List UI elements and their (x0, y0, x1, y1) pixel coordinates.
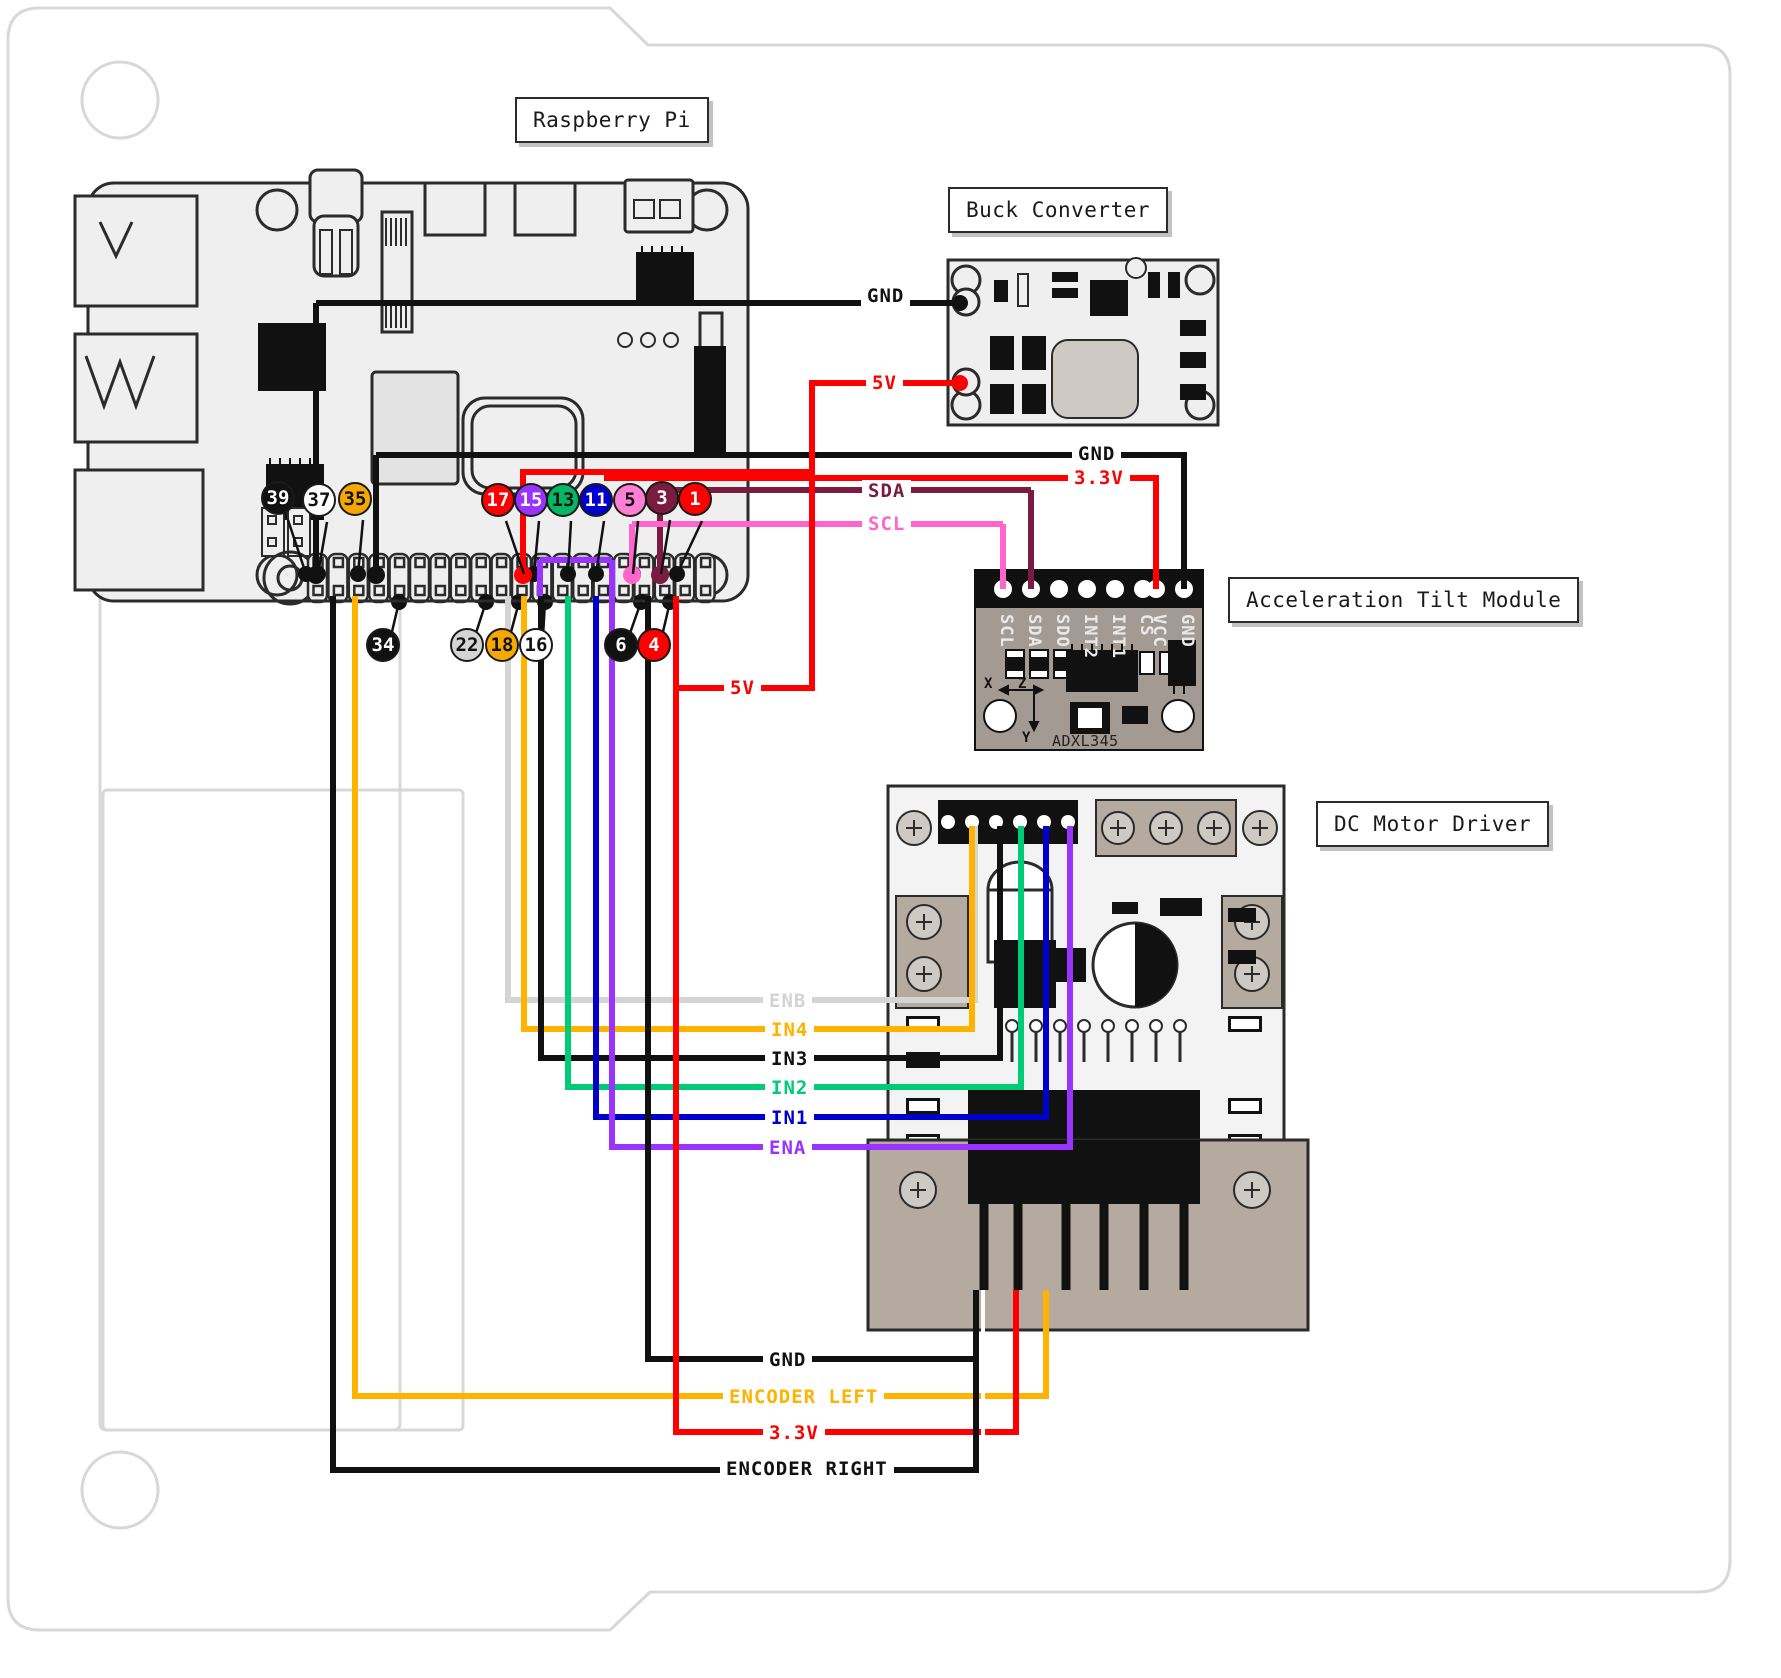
buck-converter-board (946, 257, 1220, 427)
pin-badge-18: 18 (485, 628, 519, 662)
wire-label-gnd-motor: GND (763, 1349, 813, 1371)
wiring-diagram-canvas: Raspberry Pi Buck Converter Acceleration… (0, 0, 1781, 1678)
wire-label-ena: ENA (763, 1137, 813, 1159)
pin-badge-5: 5 (613, 483, 647, 517)
wire-label-gnd-adxl: GND (1072, 443, 1122, 465)
chassis-inner-plate (101, 788, 465, 1432)
adxl-pin-label-vcc: VCC (1149, 614, 1169, 648)
component-label-dc-motor-driver: DC Motor Driver (1316, 801, 1550, 847)
raspberry-pi-board (73, 168, 750, 606)
adxl-axis-y: Y (1022, 730, 1031, 746)
wire-label-3v3-adxl: 3.3V (1068, 467, 1130, 489)
adxl-pin-label-sdo: SDO (1052, 614, 1072, 648)
pin-badge-17: 17 (481, 483, 515, 517)
pin-badge-37: 37 (302, 483, 336, 517)
wire-label-in3: IN3 (765, 1048, 815, 1070)
pin-badge-39: 39 (261, 481, 295, 515)
component-label-buck-converter: Buck Converter (948, 187, 1169, 233)
wire-label-gnd-buck: GND (861, 285, 911, 307)
adxl-pin-label-int2: INT2 (1080, 614, 1100, 659)
pin-badge-11: 11 (579, 483, 613, 517)
component-label-raspberry-pi: Raspberry Pi (515, 97, 709, 143)
wire-label-enb: ENB (763, 990, 813, 1012)
adxl-chip-name: ADXL345 (1052, 732, 1119, 750)
adxl-pin-label-int1: INT1 (1108, 614, 1128, 659)
pin-badge-22: 22 (450, 628, 484, 662)
wire-label-in2: IN2 (765, 1077, 815, 1099)
wire-label-encoder-right: ENCODER RIGHT (720, 1458, 894, 1480)
wire-label-in4: IN4 (765, 1019, 815, 1041)
pin-badge-3: 3 (645, 481, 679, 515)
pin-badge-13: 13 (546, 483, 580, 517)
adxl-pin-label-gnd: GND (1177, 614, 1197, 648)
wire-label-5v-buck: 5V (866, 372, 903, 394)
pin-badge-35: 35 (338, 482, 372, 516)
wire-label-3v3-motor: 3.3V (763, 1422, 825, 1444)
adxl-pin-label-sda: SDA (1024, 614, 1044, 648)
pin-badge-34: 34 (366, 628, 400, 662)
adxl-pin-label-scl: SCL (996, 614, 1016, 648)
wire-label-in1: IN1 (765, 1107, 815, 1129)
adxl-axis-x: X (984, 676, 993, 692)
adxl345-module (974, 569, 1204, 751)
pin-badge-4: 4 (637, 628, 671, 662)
wire-label-encoder-left: ENCODER LEFT (723, 1386, 885, 1408)
wire-label-scl: SCL (862, 513, 912, 535)
wire-label-5v-driver: 5V (724, 677, 761, 699)
pin-badge-1: 1 (678, 482, 712, 516)
component-label-acceleration-tilt-module: Acceleration Tilt Module (1228, 577, 1580, 623)
adxl-axis-z: Z (1018, 676, 1027, 692)
pin-badge-16: 16 (519, 628, 553, 662)
wire-label-sda: SDA (862, 480, 912, 502)
pin-badge-15: 15 (514, 483, 548, 517)
pin-badge-6: 6 (604, 628, 638, 662)
